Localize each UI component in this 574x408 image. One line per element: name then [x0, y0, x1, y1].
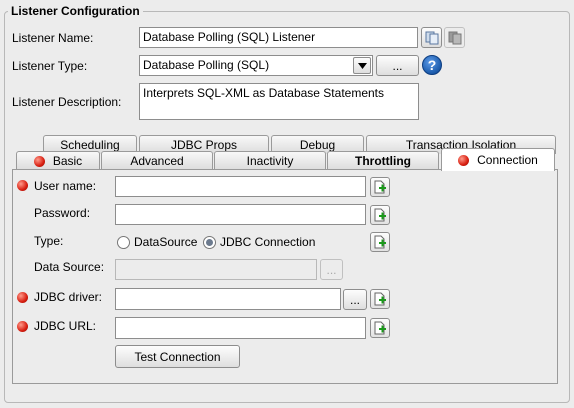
tab-basic-label: Basic [52, 154, 83, 168]
paste-button[interactable] [444, 27, 465, 48]
copy-button[interactable] [421, 27, 442, 48]
required-error-icon [458, 154, 470, 166]
listener-type-label: Listener Type: [12, 59, 88, 73]
listener-description-textarea[interactable]: Interprets SQL-XML as Database Statement… [139, 83, 419, 120]
tab-basic[interactable]: Basic [16, 151, 100, 170]
help-icon-glyph: ? [427, 57, 437, 73]
required-error-icon [33, 155, 45, 167]
paste-icon [448, 31, 461, 44]
listener-type-select[interactable]: Database Polling (SQL) [139, 55, 373, 76]
tab-inactivity[interactable]: Inactivity [214, 151, 326, 170]
listener-name-label: Listener Name: [12, 31, 94, 45]
listener-description-label: Listener Description: [12, 95, 122, 109]
listener-type-browse-button[interactable]: ... [376, 55, 419, 76]
tab-connection[interactable]: Connection [441, 148, 555, 171]
listener-name-input[interactable]: Database Polling (SQL) Listener [139, 27, 418, 48]
listener-type-value: Database Polling (SQL) [143, 58, 270, 72]
chevron-down-icon [357, 62, 367, 69]
connection-tab-panel [12, 169, 558, 384]
copy-icon [425, 31, 438, 44]
group-title: Listener Configuration [8, 4, 143, 18]
tab-throttling[interactable]: Throttling [327, 151, 439, 170]
help-icon[interactable]: ? [422, 55, 442, 75]
tab-advanced[interactable]: Advanced [101, 151, 213, 170]
listener-type-dropdown-button[interactable] [353, 57, 371, 74]
tab-connection-label: Connection [477, 153, 538, 167]
